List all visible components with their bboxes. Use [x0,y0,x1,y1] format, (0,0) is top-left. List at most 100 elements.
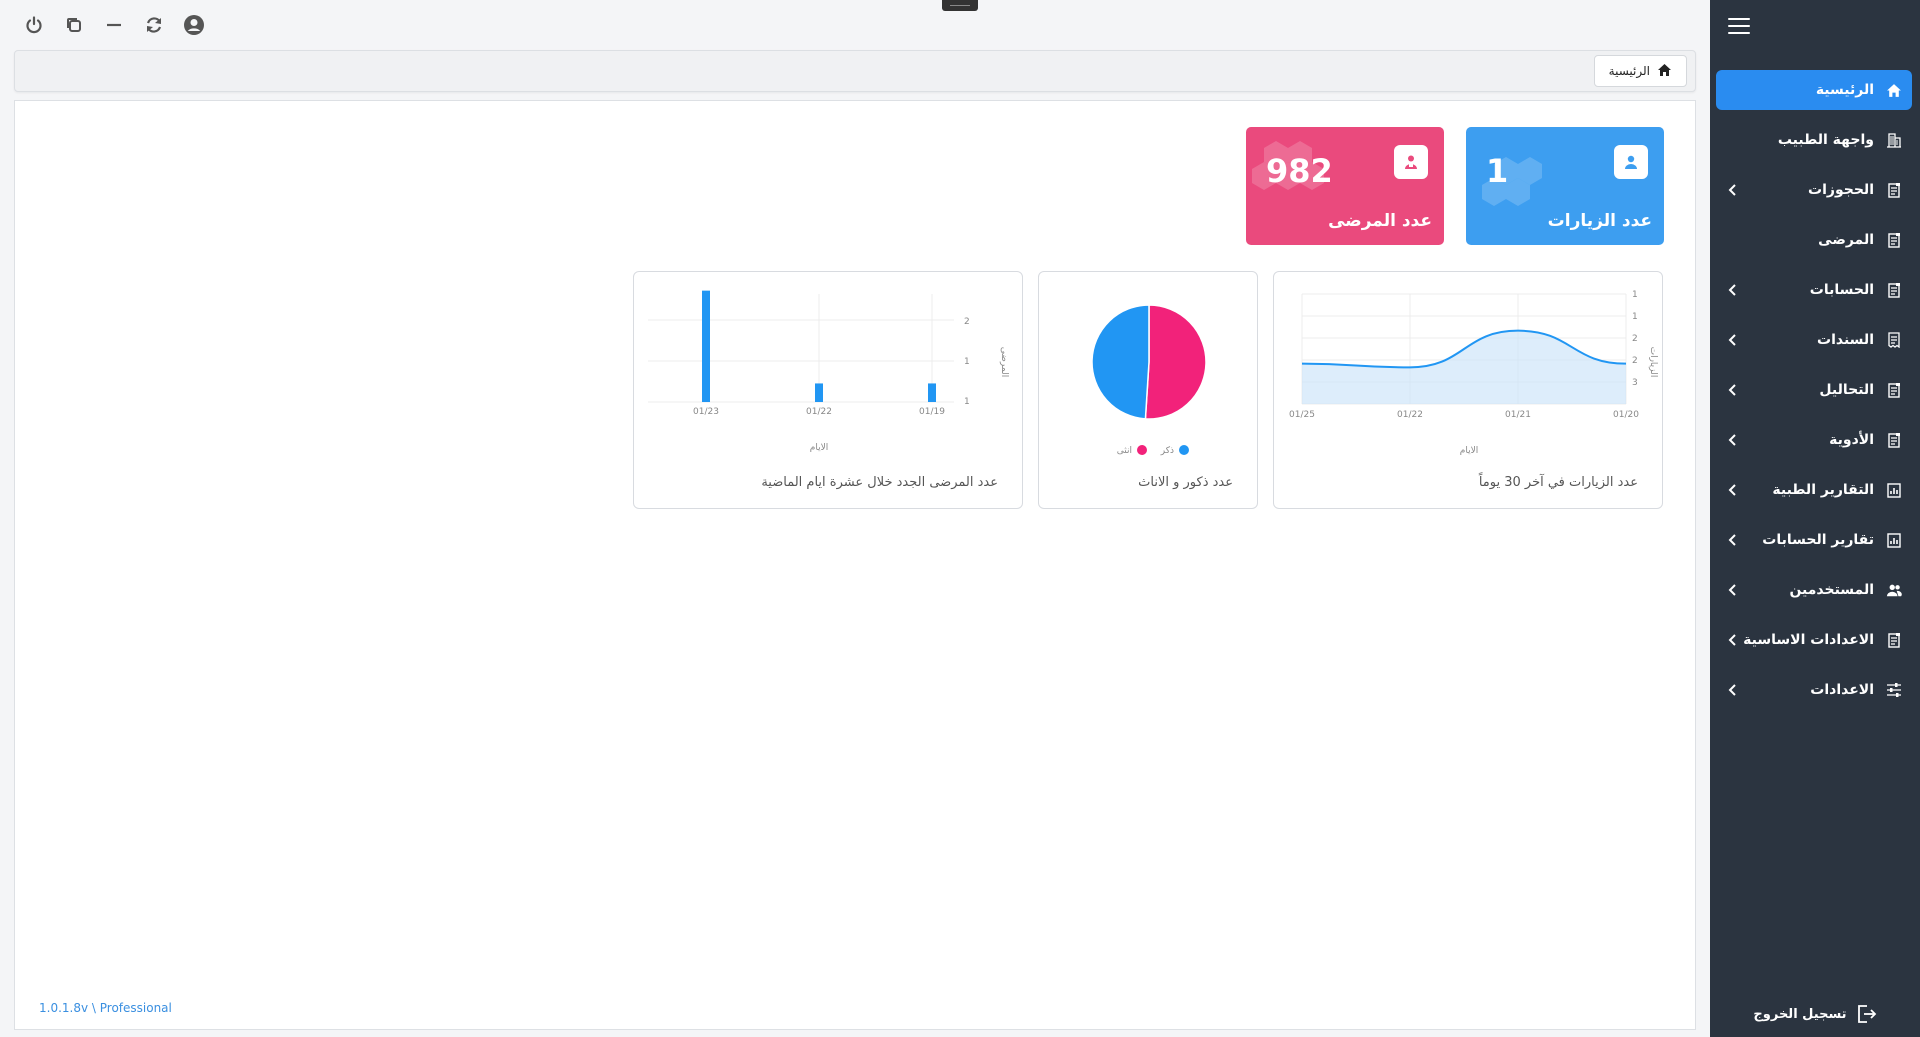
sidebar-nav: الرئيسية واجهة الطبيب الحجوزات المرضى الحساب… [1716,70,1912,720]
visits-stat-card: 1 عدد الزيارات [1466,127,1664,245]
male-legend-dot [1179,445,1189,455]
chevron-icon [1726,633,1740,647]
male-slice[interactable] [1091,304,1150,420]
visits-y-axis-label: الزيارات [1648,347,1658,378]
sidebar-item-label: المستخدمين [1789,582,1874,598]
logout-button[interactable]: تسجيل الخروج [1710,1003,1920,1025]
female-legend-dot [1137,445,1147,455]
document-icon [1886,382,1902,398]
sidebar-item[interactable]: الاعدادات [1716,670,1912,710]
sidebar-item[interactable]: تقارير الحسابات [1716,520,1912,560]
chevron-icon [1726,433,1740,447]
menu-toggle-icon[interactable] [1728,18,1750,36]
sidebar-item-label: الاعدادات [1810,682,1874,698]
sidebar-item[interactable]: التحاليل [1716,370,1912,410]
patients-stat-card: 982 عدد المرضى [1246,127,1444,245]
female-slice[interactable] [1144,304,1207,420]
sidebar-item[interactable]: الرئيسية [1716,70,1912,110]
sidebar-item[interactable]: الحجوزات [1716,170,1912,210]
building-icon [1886,132,1902,148]
chevron-icon [1726,383,1740,397]
chevron-icon [1726,283,1740,297]
chevron-icon [1726,333,1740,347]
sliders-icon [1886,682,1902,698]
bar[interactable] [928,383,936,402]
home-icon [1886,82,1902,98]
visits-x-axis-label: الايام [1460,446,1478,456]
gender-chart-title: عدد ذكور و الاناث [1138,475,1233,490]
y-tick-label: 2 [964,317,970,327]
visits-chart-title: عدد الزيارات في آخر 30 يوماً [1478,475,1638,490]
user-circle-icon[interactable] [182,13,206,37]
x-tick-label: 01/19 [919,407,945,417]
breadcrumb-bar: الرئيسية [14,50,1696,92]
sidebar-item-label: التقارير الطبية [1772,482,1874,498]
user-icon [1614,145,1648,179]
chevron-icon [1726,483,1740,497]
visits-area [1302,330,1626,404]
users-icon [1886,582,1902,598]
sidebar-item[interactable]: السندات [1716,320,1912,360]
sidebar-item-label: الأدوية [1829,432,1874,448]
sidebar-item[interactable]: التقارير الطبية [1716,470,1912,510]
sidebar-item-label: السندات [1817,332,1874,348]
minimize-icon[interactable] [102,13,126,37]
sidebar-item-label: الحجوزات [1808,182,1874,198]
sidebar-item-label: الرئيسية [1815,82,1874,98]
new-patients-chart-card: 01/23 01/22 01/19 1 1 2 الايام المرضى عدد ال… [633,271,1023,509]
new-patients-bar-chart: 01/23 01/22 01/19 1 1 2 الايام المرضى [648,290,1009,453]
home-icon [1657,63,1672,80]
window-controls [22,13,206,37]
sidebar-item-label: تقارير الحسابات [1762,532,1874,548]
power-icon[interactable] [22,13,46,37]
sidebar: الرئيسية واجهة الطبيب الحجوزات المرضى الحساب… [1710,0,1920,1037]
patients-count: 982 [1266,152,1333,190]
patients-label: عدد المرضى [1328,211,1432,231]
new-patients-x-axis-label: الايام [810,443,828,453]
x-tick-label: 01/22 [1397,410,1423,420]
y-tick-label: 1 [964,397,970,407]
chevron-icon [1726,583,1740,597]
sidebar-item[interactable]: الاعدادات الاساسية [1716,620,1912,660]
gender-chart-card: ذكر انثى عدد ذكور و الاناث [1038,271,1258,509]
document-icon [1886,182,1902,198]
sidebar-item[interactable]: المرضى [1716,220,1912,260]
visits-area-chart: 01/25 01/22 01/21 01/20 1 1 2 2 3 الايام الزيار… [1289,290,1658,456]
sidebar-item-label: المرضى [1818,232,1874,248]
dashboard-content: 1 عدد الزيارات 982 عدد المرضى 01/25 01/22… [14,100,1696,1030]
y-tick-label: 2 [1632,334,1638,344]
y-tick-label: 3 [1632,378,1638,388]
bar[interactable] [702,290,710,402]
new-patients-y-axis-label: المرضى [999,347,1009,378]
sidebar-item[interactable]: واجهة الطبيب [1716,120,1912,160]
x-tick-label: 01/22 [806,407,832,417]
chevron-icon [1726,533,1740,547]
restore-window-icon[interactable] [62,13,86,37]
male-legend-label: ذكر [1160,446,1174,456]
logout-icon [1855,1003,1877,1025]
chevron-icon [1726,183,1740,197]
sidebar-item[interactable]: الحسابات [1716,270,1912,310]
refresh-icon[interactable] [142,13,166,37]
breadcrumb[interactable]: الرئيسية [1593,55,1687,87]
y-tick-label: 1 [964,357,970,367]
visits-count: 1 [1486,152,1509,190]
document-icon [1886,232,1902,248]
x-tick-label: 01/21 [1505,410,1531,420]
x-tick-label: 01/25 [1289,410,1315,420]
sidebar-item[interactable]: المستخدمين [1716,570,1912,610]
gender-pie-chart: ذكر انثى [1091,304,1207,456]
y-tick-label: 1 [1632,290,1638,300]
visits-label: عدد الزيارات [1547,211,1652,231]
receipt-icon [1886,332,1902,348]
breadcrumb-label: الرئيسية [1608,64,1650,78]
sidebar-item[interactable]: الأدوية [1716,420,1912,460]
patient-icon [1394,145,1428,179]
sidebar-item-label: التحاليل [1819,382,1874,398]
document-icon [1886,282,1902,298]
drag-handle[interactable] [942,0,978,11]
report-icon [1886,532,1902,548]
document-icon [1886,432,1902,448]
chevron-icon [1726,683,1740,697]
bar[interactable] [815,383,823,402]
